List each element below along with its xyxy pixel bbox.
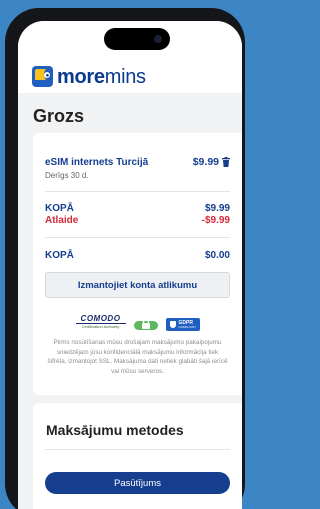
subtotal-value: $9.99 <box>204 203 230 214</box>
comodo-sub: Certification Authority <box>81 324 120 329</box>
cart-card: eSIM internets Turcijā $9.99 Derīgs 30 d… <box>33 133 242 395</box>
trust-badges: COMODO Certification Authority GDPR COMP… <box>33 311 242 337</box>
cart-item-name: eSIM internets Turcijā <box>45 156 149 168</box>
phone-frame: moremins Grozs eSIM internets Turcijā $9… <box>5 8 245 509</box>
cart-item-price: $9.99 <box>192 156 219 168</box>
comodo-name: COMODO <box>75 314 126 324</box>
brand-logo[interactable]: moremins <box>32 66 146 87</box>
brand-name-light: mins <box>104 65 146 88</box>
cart-item-row: eSIM internets Turcijā $9.99 <box>45 156 230 168</box>
total-row: KOPĀ $0.00 <box>45 250 230 261</box>
divider <box>45 191 230 192</box>
discount-value: -$9.99 <box>201 215 230 226</box>
subtotal-row: KOPĀ $9.99 <box>45 203 230 214</box>
discount-row: Atlaide -$9.99 <box>45 215 230 226</box>
dynamic-island <box>104 28 170 50</box>
gdpr-badge: GDPR COMPLIANT <box>165 317 200 331</box>
page-title: Grozs <box>33 106 85 126</box>
divider <box>45 237 230 238</box>
subtotal-label: KOPĀ <box>45 203 74 214</box>
comodo-badge: COMODO Certification Authority <box>75 314 126 334</box>
discount-label: Atlaide <box>45 215 79 226</box>
moremins-logo-icon <box>32 66 53 87</box>
total-label: KOPĀ <box>45 250 74 261</box>
brand-name: moremins <box>57 67 146 87</box>
ssl-lock-icon <box>133 318 158 330</box>
total-value: $0.00 <box>204 250 230 261</box>
cart-item-validity: Derīgs 30 d. <box>45 171 89 180</box>
payment-methods-card: Maksājumu metodes Pasūtījums <box>33 403 242 509</box>
gdpr-sub: COMPLIANT <box>178 324 197 329</box>
brand-name-bold: more <box>57 65 105 88</box>
use-balance-button[interactable]: Izmantojiet konta atlikumu <box>45 272 230 298</box>
app-screen: moremins Grozs eSIM internets Turcijā $9… <box>18 21 242 509</box>
cart-item-price-wrap: $9.99 <box>193 156 230 168</box>
order-button[interactable]: Pasūtījums <box>45 472 230 494</box>
payment-methods-title: Maksājumu metodes <box>46 422 184 438</box>
shield-icon <box>169 320 176 328</box>
divider <box>45 449 230 450</box>
camera-icon <box>154 35 162 43</box>
trash-icon[interactable] <box>222 157 230 167</box>
security-note: Pirms nosūtīšanas mūsu drošajam maksājum… <box>47 339 228 376</box>
